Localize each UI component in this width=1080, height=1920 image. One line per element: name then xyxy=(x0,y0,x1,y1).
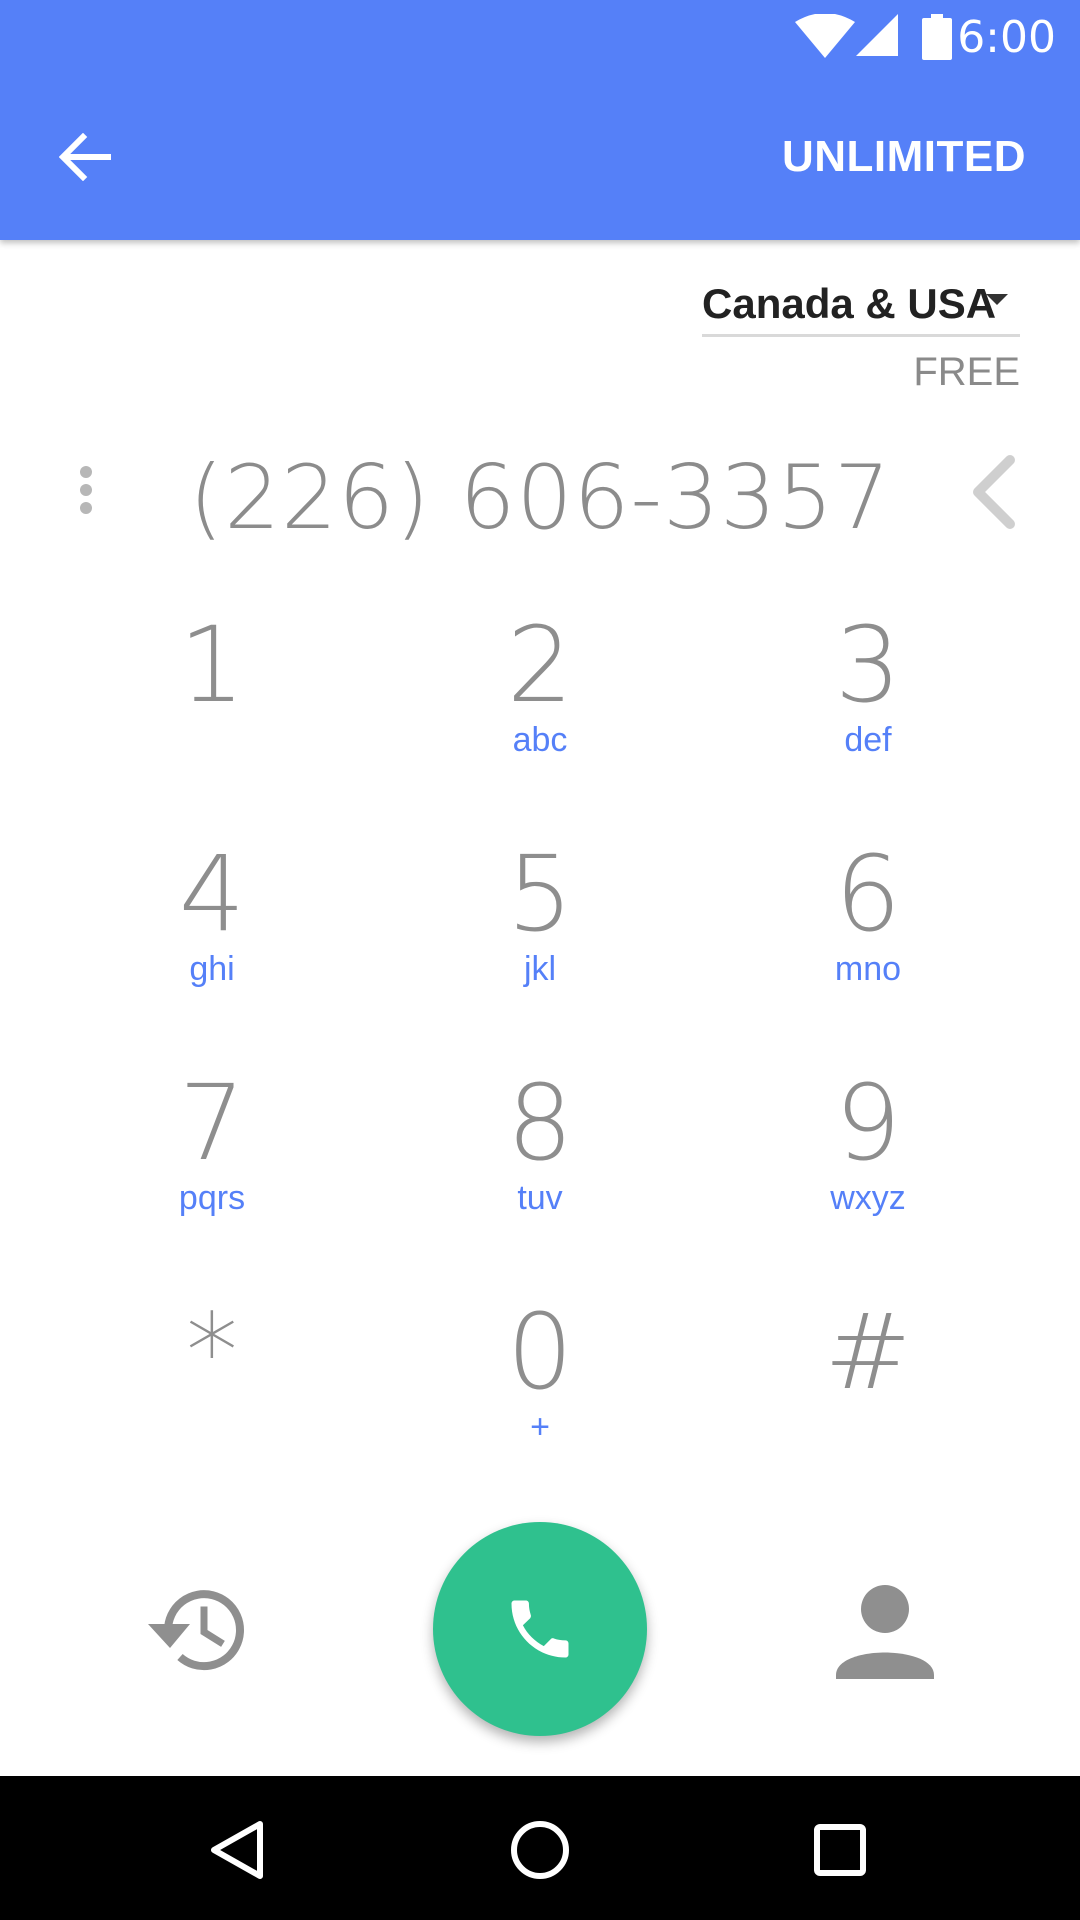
key-digit: * xyxy=(186,1291,238,1413)
backspace-chevron-icon xyxy=(973,455,1015,529)
navigation-bar xyxy=(0,1776,1080,1920)
key-star[interactable]: * xyxy=(92,1287,332,1487)
key-digit: 9 xyxy=(834,1062,902,1184)
key-letters: ghi xyxy=(189,950,235,988)
rate-label: FREE xyxy=(913,350,1020,394)
key-6[interactable]: 6 mno xyxy=(748,829,988,1029)
recents-square-icon xyxy=(814,1824,866,1876)
nav-home-button[interactable] xyxy=(500,1810,580,1890)
key-digit: 1 xyxy=(178,604,246,726)
person-icon xyxy=(836,1585,934,1679)
key-digit: 5 xyxy=(506,833,574,955)
backspace-button[interactable] xyxy=(960,452,1030,532)
phone-icon xyxy=(511,1600,569,1658)
region-dropdown[interactable]: Canada & USA xyxy=(702,268,1020,337)
key-1[interactable]: 1 xyxy=(92,600,332,800)
status-time: 6:00 xyxy=(957,12,1056,63)
key-digit: # xyxy=(824,1291,912,1413)
key-4[interactable]: 4 ghi xyxy=(92,829,332,1029)
call-button[interactable] xyxy=(433,1522,647,1736)
key-letters: mno xyxy=(834,950,902,988)
key-9[interactable]: 9 wxyz xyxy=(748,1058,988,1258)
nav-back-button[interactable] xyxy=(200,1810,280,1890)
key-letters: pqrs xyxy=(178,1179,246,1217)
key-digit: 0 xyxy=(506,1291,574,1413)
key-digit: 6 xyxy=(834,833,902,955)
key-3[interactable]: 3 def xyxy=(748,600,988,800)
key-letters: jkl xyxy=(523,950,557,988)
key-digit: 4 xyxy=(178,833,246,955)
back-button[interactable] xyxy=(40,112,130,202)
key-digit: 2 xyxy=(506,604,574,726)
key-letters: wxyz xyxy=(830,1179,906,1217)
key-digit: 8 xyxy=(506,1062,574,1184)
contacts-button[interactable] xyxy=(830,1575,940,1685)
region-selected-label: Canada & USA xyxy=(702,280,997,327)
key-hash[interactable]: # xyxy=(748,1287,988,1487)
history-icon xyxy=(148,1590,244,1671)
key-letters: tuv xyxy=(517,1179,563,1217)
key-7[interactable]: 7 pqrs xyxy=(92,1058,332,1258)
key-letters: + xyxy=(530,1408,550,1446)
plan-button[interactable]: UNLIMITED xyxy=(782,132,1026,182)
key-letters: abc xyxy=(512,721,568,759)
call-history-button[interactable] xyxy=(140,1580,250,1680)
dialed-number: (226) 606-3357 xyxy=(188,446,892,549)
cellular-signal-icon xyxy=(856,14,898,56)
back-triangle-icon xyxy=(211,1821,263,1879)
wifi-icon xyxy=(795,14,855,58)
key-0[interactable]: 0 + xyxy=(420,1287,660,1487)
key-digit: 3 xyxy=(834,604,902,726)
dropdown-caret-icon xyxy=(986,294,1008,305)
key-2[interactable]: 2 abc xyxy=(420,600,660,800)
nav-recents-button[interactable] xyxy=(800,1810,880,1890)
arrow-left-icon xyxy=(59,133,111,181)
status-bar: 6:00 xyxy=(0,0,1080,75)
key-8[interactable]: 8 tuv xyxy=(420,1058,660,1258)
home-circle-icon xyxy=(511,1821,569,1879)
app-bar: 6:00 UNLIMITED xyxy=(0,0,1080,240)
key-letters: def xyxy=(844,721,892,759)
battery-icon xyxy=(922,14,952,60)
key-digit: 7 xyxy=(178,1062,246,1184)
key-5[interactable]: 5 jkl xyxy=(420,829,660,1029)
